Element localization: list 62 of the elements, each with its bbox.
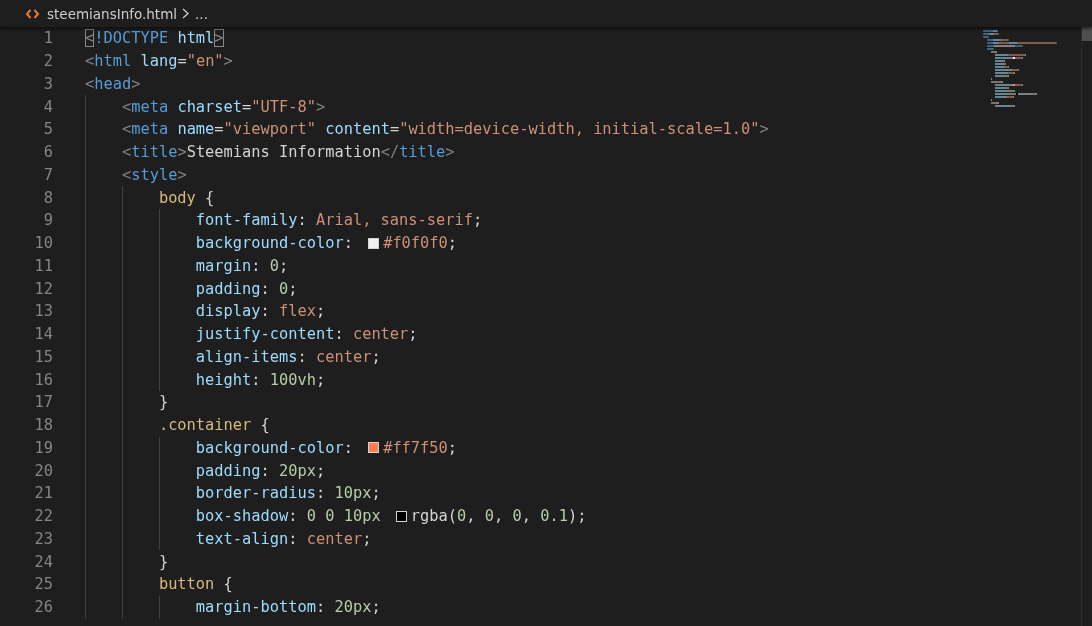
line-number: 24: [33, 552, 53, 571]
line-number: 21: [33, 484, 53, 503]
line-number: 13: [33, 302, 53, 321]
color-swatch[interactable]: [368, 237, 380, 249]
code-text: }: [158, 552, 169, 571]
chevron-right-icon: [182, 8, 190, 19]
line-number: 5: [42, 120, 53, 139]
code-text: <style>: [121, 165, 187, 184]
line-number: 14: [33, 325, 53, 344]
line-number: 17: [33, 393, 53, 412]
code-text: display: flex;: [195, 302, 326, 321]
breadcrumb-file[interactable]: steemiansInfo.html: [47, 5, 178, 22]
line-number: 6: [42, 143, 53, 162]
color-swatch[interactable]: [368, 442, 380, 454]
code-text: box-shadow: 0 0 10px: [195, 507, 382, 526]
line-number: 10: [33, 234, 53, 253]
breadcrumb-more[interactable]: ...: [195, 5, 208, 22]
code-text: <head>: [85, 74, 141, 93]
code-text: }: [158, 393, 169, 412]
code-text: padding: 0;: [195, 279, 298, 298]
line-number: 2: [42, 52, 53, 71]
code-text: border-radius: 10px;: [195, 484, 381, 503]
line-number: 15: [33, 347, 53, 366]
code-text: align-items: center;: [195, 347, 381, 366]
line-number: 11: [33, 256, 53, 275]
line-number: 18: [33, 416, 53, 435]
code-file-icon: [26, 8, 39, 19]
line-number: 12: [33, 279, 53, 298]
code-text: justify-content: center;: [195, 325, 418, 344]
code-text: text-align: center;: [195, 529, 372, 548]
line-number: 9: [42, 211, 53, 230]
line-number: 20: [33, 461, 53, 480]
line-number: 22: [33, 507, 53, 526]
line-number: 25: [33, 575, 53, 594]
code-text: #f0f0f0;: [383, 234, 458, 253]
line-number: 23: [33, 529, 53, 548]
line-number: 7: [42, 165, 53, 184]
code-text: button {: [158, 575, 233, 594]
code-text: padding: 20px;: [195, 461, 326, 480]
code-text: margin: 0;: [195, 256, 289, 275]
code-text: .container {: [158, 416, 270, 435]
code-text: background-color:: [195, 438, 354, 457]
code-text: rgba(0, 0, 0, 0.1);: [410, 507, 587, 526]
code-text: background-color:: [195, 234, 354, 253]
line-number: 8: [42, 188, 53, 207]
line-number: 3: [42, 74, 53, 93]
line-number: 1: [42, 29, 53, 48]
code-text: <html lang="en">: [85, 52, 233, 71]
line-number: 26: [33, 598, 53, 617]
code-text: margin-bottom: 20px;: [195, 598, 381, 617]
code-text: font-family: Arial, sans-serif;: [195, 211, 483, 230]
code-text: <meta name="viewport" content="width=device-width, initial-scale=1.0">: [121, 120, 769, 139]
line-number: 4: [42, 97, 53, 116]
code-text: <title>Steemians Information</title>: [121, 143, 455, 162]
code-text: body {: [158, 188, 215, 207]
line-number: 19: [33, 438, 53, 457]
code-text: #ff7f50;: [383, 438, 458, 457]
line-number: 16: [33, 370, 53, 389]
scrollbar-thumb[interactable]: [1082, 27, 1092, 41]
color-swatch[interactable]: [395, 510, 407, 522]
code-text: <meta charset="UTF-8">: [121, 97, 326, 116]
code-text: height: 100vh;: [195, 370, 326, 389]
